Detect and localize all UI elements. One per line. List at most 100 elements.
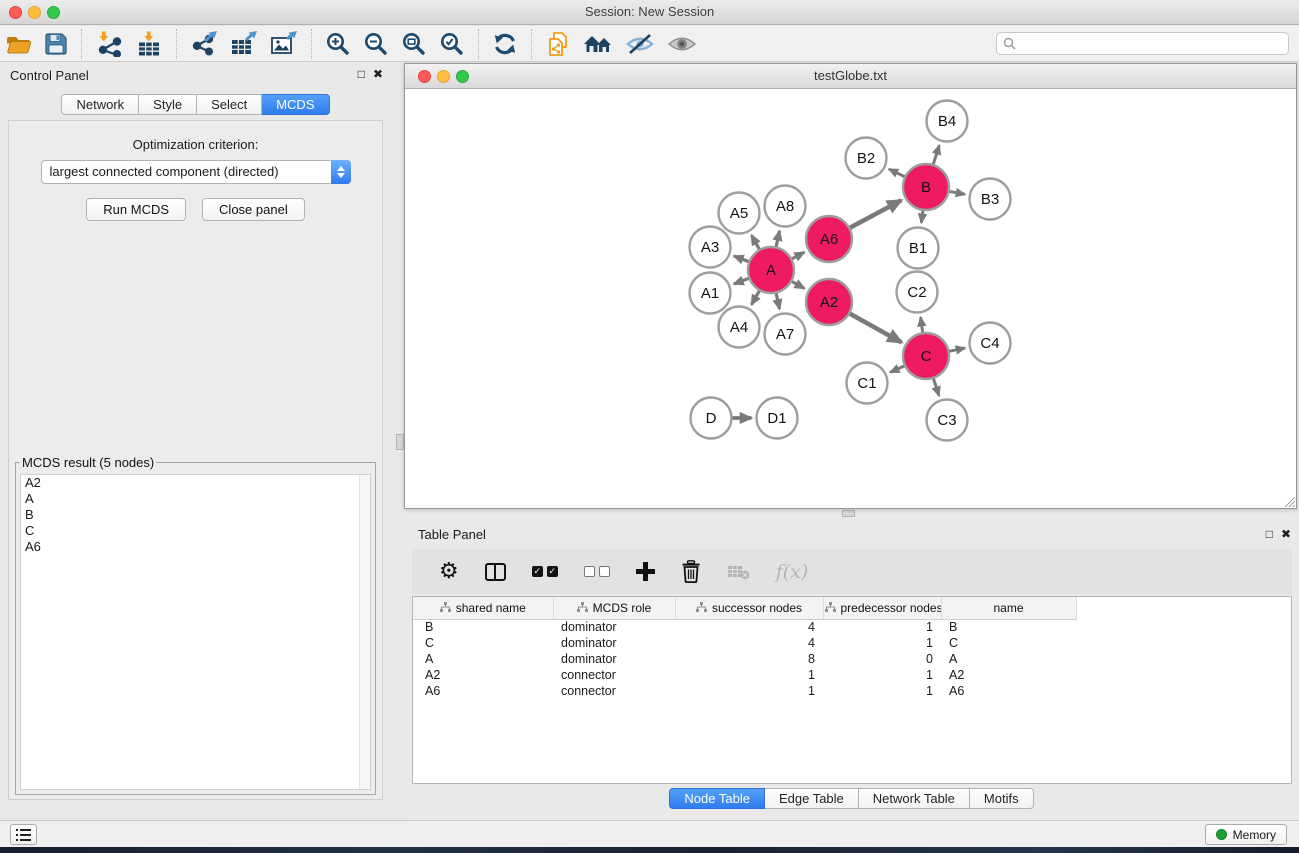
graph-edge-A6-B[interactable] bbox=[848, 200, 902, 229]
graph-node-C[interactable]: C bbox=[903, 333, 949, 379]
save-session-icon[interactable] bbox=[38, 29, 74, 59]
float-table-panel-icon[interactable]: □ bbox=[1266, 527, 1273, 541]
window-resize-grip[interactable] bbox=[1281, 493, 1295, 507]
graph-node-C2[interactable]: C2 bbox=[897, 272, 938, 313]
zoom-selected-icon[interactable] bbox=[433, 29, 471, 59]
control-panel-title: Control Panel bbox=[10, 68, 89, 83]
new-network-from-selection-icon[interactable] bbox=[539, 29, 577, 59]
tab-network[interactable]: Network bbox=[61, 94, 139, 115]
network-canvas[interactable]: B4 B2 B B3 B1 A5A8A6 A3 A A1 C2 A2 A4A7 C C4 C1 C3 D D1 bbox=[405, 89, 1296, 508]
network-window-titlebar[interactable]: testGlobe.txt bbox=[405, 64, 1296, 89]
column-header-mcds-role[interactable]: MCDS role bbox=[553, 597, 675, 619]
tab-node-table[interactable]: Node Table bbox=[669, 788, 765, 809]
mcds-result-item[interactable]: B bbox=[21, 507, 370, 523]
graph-node-B4[interactable]: B4 bbox=[927, 101, 968, 142]
optimization-criterion-select[interactable]: largest connected component (directed) bbox=[41, 160, 351, 184]
graph-node-A1[interactable]: A1 bbox=[690, 273, 731, 314]
show-columns-icon[interactable] bbox=[472, 563, 519, 581]
first-neighbors-icon[interactable] bbox=[577, 29, 619, 59]
table-row[interactable]: Adominator80A bbox=[413, 651, 1291, 667]
graph-node-A3[interactable]: A3 bbox=[690, 227, 731, 268]
delete-column-icon[interactable] bbox=[668, 560, 714, 583]
tab-mcds[interactable]: MCDS bbox=[262, 94, 329, 115]
zoom-in-icon[interactable] bbox=[319, 29, 357, 59]
graph-node-B3[interactable]: B3 bbox=[970, 179, 1011, 220]
open-session-icon[interactable] bbox=[0, 29, 38, 59]
add-column-icon[interactable] bbox=[623, 562, 668, 581]
graph-node-A4[interactable]: A4 bbox=[719, 307, 760, 348]
graph-node-A2[interactable]: A2 bbox=[806, 279, 852, 325]
tab-motifs[interactable]: Motifs bbox=[970, 788, 1034, 809]
show-all-icon[interactable] bbox=[661, 29, 703, 59]
graph-node-A5[interactable]: A5 bbox=[719, 193, 760, 234]
column-header-name[interactable]: name bbox=[941, 597, 1076, 619]
graph-edge-A2-C[interactable] bbox=[847, 312, 901, 342]
network-minimize-button[interactable] bbox=[437, 70, 450, 83]
import-network-icon[interactable] bbox=[89, 29, 129, 59]
delete-table-icon[interactable] bbox=[714, 564, 763, 580]
graph-node-D[interactable]: D bbox=[691, 398, 732, 439]
graph-node-D1[interactable]: D1 bbox=[757, 398, 798, 439]
close-panel-icon[interactable]: ✖ bbox=[373, 67, 383, 81]
graph-node-B2[interactable]: B2 bbox=[846, 138, 887, 179]
hide-selected-icon[interactable] bbox=[619, 29, 661, 59]
export-table-icon[interactable] bbox=[224, 29, 264, 59]
mcds-result-item[interactable]: A6 bbox=[21, 539, 370, 555]
vertical-split-grip[interactable] bbox=[396, 434, 404, 450]
mcds-panel-body: Optimization criterion: largest connecte… bbox=[8, 120, 383, 800]
table-row[interactable]: A2connector11A2 bbox=[413, 667, 1291, 683]
deselect-all-rows-icon[interactable] bbox=[571, 566, 623, 577]
dropdown-stepper-icon bbox=[331, 160, 351, 184]
graph-node-A7[interactable]: A7 bbox=[765, 314, 806, 355]
zoom-fit-icon[interactable] bbox=[395, 29, 433, 59]
close-window-button[interactable] bbox=[9, 6, 22, 19]
graph-node-A8[interactable]: A8 bbox=[765, 186, 806, 227]
refresh-icon[interactable] bbox=[486, 29, 524, 59]
memory-button[interactable]: Memory bbox=[1205, 824, 1287, 845]
column-header-shared-name[interactable]: shared name bbox=[413, 597, 553, 619]
table-row[interactable]: Bdominator41B bbox=[413, 619, 1291, 635]
graph-edge-B-B4[interactable] bbox=[932, 145, 939, 167]
table-settings-icon[interactable]: ⚙ bbox=[426, 561, 472, 583]
graph-node-A6[interactable]: A6 bbox=[806, 216, 852, 262]
table-cell: 1 bbox=[675, 683, 823, 699]
task-history-button[interactable] bbox=[10, 824, 37, 845]
export-network-icon[interactable] bbox=[184, 29, 224, 59]
tab-edge-table[interactable]: Edge Table bbox=[765, 788, 859, 809]
mcds-result-item[interactable]: A bbox=[21, 491, 370, 507]
table-row[interactable]: A6connector11A6 bbox=[413, 683, 1291, 699]
graph-node-B1[interactable]: B1 bbox=[898, 228, 939, 269]
table-row[interactable]: Cdominator41C bbox=[413, 635, 1291, 651]
table-cell: 1 bbox=[675, 667, 823, 683]
run-mcds-button[interactable]: Run MCDS bbox=[86, 198, 186, 221]
graph-node-A[interactable]: A bbox=[748, 247, 794, 293]
import-table-icon[interactable] bbox=[129, 29, 169, 59]
mcds-result-item[interactable]: A2 bbox=[21, 475, 370, 491]
export-image-icon[interactable] bbox=[264, 29, 304, 59]
column-header-successor-nodes[interactable]: successor nodes bbox=[675, 597, 823, 619]
tab-select[interactable]: Select bbox=[197, 94, 262, 115]
tab-style[interactable]: Style bbox=[139, 94, 197, 115]
horizontal-split-grip[interactable] bbox=[842, 510, 855, 517]
minimize-window-button[interactable] bbox=[28, 6, 41, 19]
graph-node-C1[interactable]: C1 bbox=[847, 363, 888, 404]
close-panel-button[interactable]: Close panel bbox=[202, 198, 305, 221]
close-table-panel-icon[interactable]: ✖ bbox=[1281, 527, 1291, 541]
network-zoom-button[interactable] bbox=[456, 70, 469, 83]
graph-node-B[interactable]: B bbox=[903, 164, 949, 210]
zoom-out-icon[interactable] bbox=[357, 29, 395, 59]
node-table-scroll[interactable]: shared name MCDS role successor nodes pr… bbox=[412, 596, 1292, 784]
function-builder-icon[interactable]: f(x) bbox=[763, 561, 822, 583]
column-header-predecessor-nodes[interactable]: predecessor nodes bbox=[823, 597, 941, 619]
select-all-rows-icon[interactable]: ✓✓ bbox=[519, 566, 571, 577]
mcds-result-item[interactable]: C bbox=[21, 523, 370, 539]
network-close-button[interactable] bbox=[418, 70, 431, 83]
search-input[interactable] bbox=[996, 32, 1289, 55]
zoom-window-button[interactable] bbox=[47, 6, 60, 19]
float-panel-icon[interactable]: □ bbox=[358, 67, 365, 81]
graph-node-C4[interactable]: C4 bbox=[970, 323, 1011, 364]
result-list-scrollbar[interactable] bbox=[359, 475, 370, 789]
tab-network-table[interactable]: Network Table bbox=[859, 788, 970, 809]
table-cell: 4 bbox=[675, 635, 823, 651]
graph-node-C3[interactable]: C3 bbox=[927, 400, 968, 441]
